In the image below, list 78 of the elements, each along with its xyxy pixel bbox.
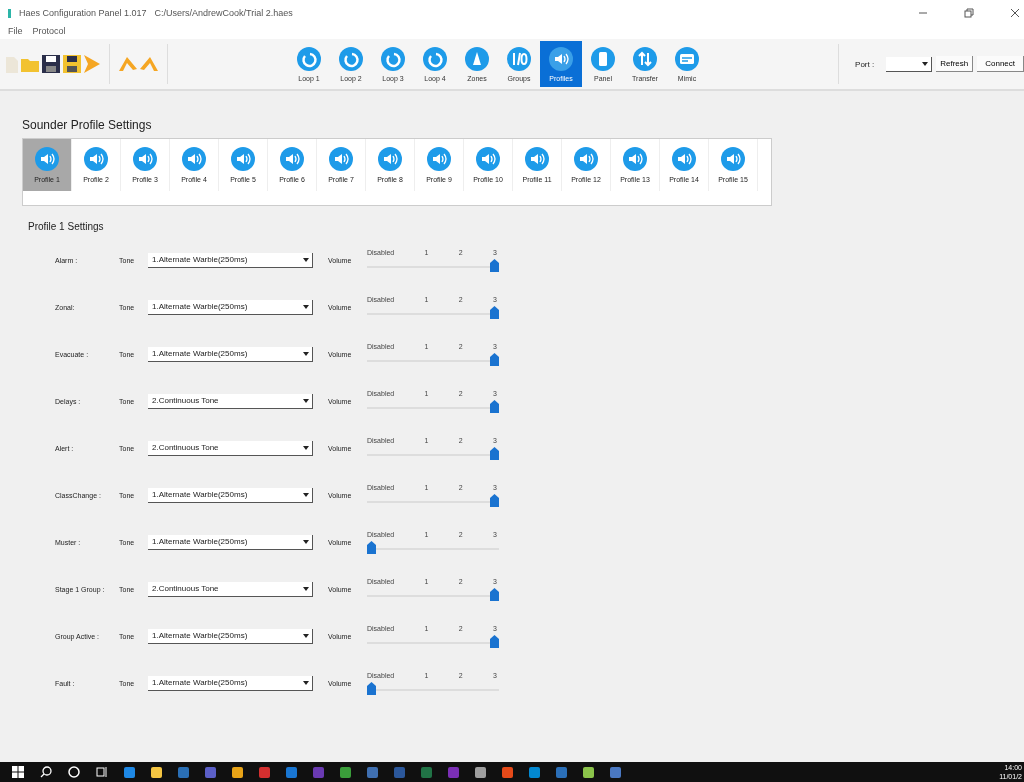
taskbar-app-icon[interactable]	[502, 766, 513, 778]
port-dropdown[interactable]	[886, 56, 933, 72]
speaker-icon	[329, 147, 353, 171]
dropdown-arrow-icon	[303, 445, 309, 450]
dropdown-arrow-icon	[303, 257, 309, 262]
search-icon[interactable]	[40, 766, 52, 778]
speaker-icon	[672, 147, 696, 171]
speaker-icon	[182, 147, 206, 171]
dropdown-arrow-icon	[303, 586, 309, 591]
slider-thumb[interactable]	[490, 634, 499, 648]
speaker-icon	[476, 147, 500, 171]
slider-thumb[interactable]	[367, 540, 376, 554]
speaker-icon	[231, 147, 255, 171]
taskbar-app-icon[interactable]	[151, 766, 162, 778]
up-down-arrows-icon	[633, 46, 657, 71]
menu-item[interactable]: File	[8, 26, 23, 39]
start-icon[interactable]	[12, 766, 24, 778]
dropdown-arrow-icon	[303, 351, 309, 356]
slider-thumb[interactable]	[490, 493, 499, 507]
dropdown-arrow-icon	[303, 539, 309, 544]
taskbar-app-icon[interactable]	[124, 766, 135, 778]
circle-icon[interactable]	[68, 766, 80, 778]
save-icon[interactable]	[42, 55, 60, 73]
dropdown-arrow-icon	[303, 398, 309, 403]
tone-dropdown[interactable]: 1.Alternate Warble(250ms)	[148, 299, 313, 315]
tone-dropdown[interactable]: 1.Alternate Warble(250ms)	[148, 628, 313, 644]
window-title: Haes Configuration Panel 1.017	[19, 8, 147, 18]
slider-thumb[interactable]	[490, 258, 499, 272]
slider-thumb[interactable]	[367, 681, 376, 695]
speaker-icon	[549, 46, 573, 71]
task-view-icon[interactable]	[96, 766, 108, 778]
slider-thumb[interactable]	[490, 352, 499, 366]
toolbar-button[interactable]: Refresh	[936, 56, 974, 72]
panel-icon	[591, 46, 615, 71]
tone-dropdown[interactable]: 2.Continuous Tone	[148, 393, 313, 409]
speaker-icon	[427, 147, 451, 171]
save-as-icon[interactable]	[63, 55, 81, 73]
slider-thumb[interactable]	[490, 446, 499, 460]
slider-thumb[interactable]	[490, 587, 499, 601]
dropdown-arrow-icon	[303, 304, 309, 309]
speaker-icon	[84, 147, 108, 171]
taskbar-app-icon[interactable]	[529, 766, 540, 778]
slider-thumb[interactable]	[490, 399, 499, 413]
settings-title: Profile 1 Settings	[28, 221, 105, 232]
speaker-icon	[35, 147, 59, 171]
tone-dropdown[interactable]: 2.Continuous Tone	[148, 440, 313, 456]
speaker-icon	[623, 147, 647, 171]
tone-dropdown[interactable]: 1.Alternate Warble(250ms)	[148, 487, 313, 503]
io-icon	[507, 46, 531, 71]
tone-dropdown[interactable]: 1.Alternate Warble(250ms)	[148, 346, 313, 362]
dropdown-arrow-icon	[303, 492, 309, 497]
speaker-icon	[280, 147, 304, 171]
menu-item[interactable]: Protocol	[32, 26, 66, 39]
taskbar-app-icon[interactable]	[340, 766, 351, 778]
speaker-icon	[378, 147, 402, 171]
slider-thumb[interactable]	[490, 305, 499, 319]
tone-dropdown[interactable]: 1.Alternate Warble(250ms)	[148, 252, 313, 268]
taskbar-app-icon[interactable]	[232, 766, 243, 778]
tone-dropdown[interactable]: 1.Alternate Warble(250ms)	[148, 675, 313, 691]
tone-dropdown[interactable]: 2.Continuous Tone	[148, 581, 313, 597]
dropdown-arrow-icon	[922, 61, 929, 66]
speaker-icon	[133, 147, 157, 171]
port-label: Port :	[855, 59, 875, 69]
restore-icon[interactable]	[964, 8, 974, 18]
toolbar-button[interactable]: Connect	[977, 56, 1024, 72]
close-icon[interactable]	[1010, 8, 1020, 18]
tone-dropdown[interactable]: 1.Alternate Warble(250ms)	[148, 534, 313, 550]
speaker-icon	[574, 147, 598, 171]
section-heading: Sounder Profile Settings	[22, 118, 153, 132]
speaker-icon	[721, 147, 745, 171]
file-path: C:/Users/AndrewCook/Trial 2.haes	[154, 8, 293, 18]
speaker-icon	[525, 147, 549, 171]
dropdown-arrow-icon	[303, 633, 309, 638]
dropdown-arrow-icon	[303, 680, 309, 685]
app-icon	[8, 8, 11, 18]
taskbar-app-icon[interactable]	[583, 766, 594, 778]
card-icon	[675, 46, 699, 71]
taskbar-app-icon[interactable]	[475, 766, 486, 778]
